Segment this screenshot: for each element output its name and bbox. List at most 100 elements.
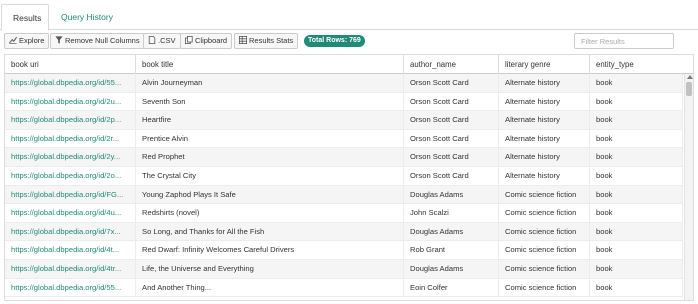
vertical-scrollbar[interactable] [684,74,693,300]
table-cell: Orson Scott Card [404,92,499,111]
tab-query-history[interactable]: Query History [50,4,124,31]
table-row[interactable]: https://global.dbpedia.org/id/2o... The C… [5,167,683,186]
table-cell: John Scalzi [404,204,499,223]
table-cell: Redshirts (novel) [136,204,404,223]
table-cell: Comic science fiction [499,185,590,204]
table-cell: Alternate history [499,111,590,130]
book-uri-link[interactable]: https://global.dbpedia.org/id/2o... [5,167,136,185]
table-row[interactable]: https://global.dbpedia.org/id/2r... Prent… [5,129,683,149]
table-cell: The Crystal City [136,167,404,185]
table-cell: Alternate history [499,129,590,148]
table-cell: Alternate history [499,167,590,185]
tab-results[interactable]: Results [1,4,49,31]
filter-icon [55,36,63,44]
table-cell: Orson Scott Card [404,111,499,130]
table-cell: Comic science fiction [499,222,590,241]
column-header-book-title[interactable]: book title [136,55,404,74]
table-row[interactable]: https://global.dbpedia.org/id/55... And A… [5,278,683,298]
column-header-entity-type[interactable]: entity_type [590,55,693,74]
book-uri-link[interactable]: https://global.dbpedia.org/id/FG... [5,185,136,204]
table-cell: book [590,278,683,297]
table-cell: book [590,74,683,92]
table-row[interactable]: https://global.dbpedia.org/id/4tr... Life… [5,260,683,279]
book-uri-link[interactable]: https://global.dbpedia.org/id/2p... [5,111,136,130]
table-cell: book [590,204,683,223]
book-uri-link[interactable]: https://global.dbpedia.org/id/55... [5,74,136,92]
table-cell: Orson Scott Card [404,167,499,185]
book-uri-link[interactable]: https://global.dbpedia.org/id/4tr... [5,260,136,278]
scrollbar-thumb[interactable] [686,82,692,96]
table-cell: book [590,111,683,130]
file-icon [148,36,156,44]
table-cell: Comic science fiction [499,241,590,260]
remove-null-columns-label: Remove Null Columns [65,36,140,45]
results-stats-label: Results Stats [249,36,294,45]
table-row[interactable]: https://global.dbpedia.org/id/4u... Redsh… [5,204,683,223]
chart-line-icon [9,36,17,44]
explore-label: Explore [19,36,45,45]
table-cell: Alternate history [499,92,590,111]
table-cell: So Long, and Thanks for All the Fish [136,222,404,241]
column-header-literary-genre[interactable]: literary genre [499,55,590,74]
table-cell: Heartfire [136,111,404,130]
table-cell: Douglas Adams [404,185,499,204]
table-cell: Orson Scott Card [404,148,499,167]
table-cell: Red Prophet [136,148,404,167]
table-cell: book [590,222,683,241]
table-cell: book [590,92,683,111]
clipboard-button[interactable]: Clipboard [180,33,233,49]
table-cell: Orson Scott Card [404,129,499,148]
table-row[interactable]: https://global.dbpedia.org/id/FG... Young… [5,185,683,205]
table-row[interactable]: https://global.dbpedia.org/id/55... Alvin… [5,74,683,93]
remove-null-columns-button[interactable]: Remove Null Columns [50,33,145,49]
table-cell: Comic science fiction [499,204,590,223]
table-row[interactable]: https://global.dbpedia.org/id/2u... Seven… [5,92,683,112]
tab-bar: Results Query History [0,0,698,31]
total-rows-badge: Total Rows: 769 [304,35,365,47]
table-header: book uri book title author_name literary… [5,55,693,74]
table-cell: And Another Thing... [136,278,404,297]
table-cell: Prentice Alvin [136,129,404,148]
results-table: book uri book title author_name literary… [4,54,694,301]
table-cell: Rob Grant [404,241,499,260]
table-row[interactable]: https://global.dbpedia.org/id/7x... So Lo… [5,222,683,242]
table-cell: Red Dwarf: Infinity Welcomes Careful Dri… [136,241,404,260]
table-cell: book [590,241,683,260]
csv-button[interactable]: .CSV [143,33,181,49]
table-cell: Life, the Universe and Everything [136,260,404,278]
table-cell: Comic science fiction [499,260,590,278]
table-row[interactable]: https://global.dbpedia.org/id/2y... Red P… [5,148,683,167]
table-cell: book [590,129,683,148]
table-row[interactable]: https://global.dbpedia.org/id/4t... Red D… [5,241,683,260]
table-row[interactable]: https://global.dbpedia.org/id/2p... Heart… [5,111,683,130]
clipboard-label: Clipboard [195,36,228,45]
table-cell: Comic science fiction [499,278,590,297]
table-cell: book [590,260,683,278]
explore-button[interactable]: Explore [4,33,50,49]
table-cell: Orson Scott Card [404,74,499,92]
book-uri-link[interactable]: https://global.dbpedia.org/id/4t... [5,241,136,260]
table-cell: book [590,148,683,167]
table-cell: Douglas Adams [404,260,499,278]
csv-label: .CSV [158,36,176,45]
results-stats-button[interactable]: Results Stats [234,33,299,49]
column-header-author-name[interactable]: author_name [404,55,499,74]
book-uri-link[interactable]: https://global.dbpedia.org/id/4u... [5,204,136,223]
column-header-book-uri[interactable]: book uri [5,55,136,74]
table-cell: Alvin Journeyman [136,74,404,92]
book-uri-link[interactable]: https://global.dbpedia.org/id/55... [5,278,136,297]
table-cell: Alternate history [499,74,590,92]
table-cell: book [590,167,683,185]
table-cell: Young Zaphod Plays It Safe [136,185,404,204]
book-uri-link[interactable]: https://global.dbpedia.org/id/2y... [5,148,136,167]
table-cell: Alternate history [499,148,590,167]
table-cell: book [590,185,683,204]
copy-icon [185,36,193,44]
book-uri-link[interactable]: https://global.dbpedia.org/id/2r... [5,129,136,148]
book-uri-link[interactable]: https://global.dbpedia.org/id/2u... [5,92,136,111]
table-cell: Seventh Son [136,92,404,111]
scroll-up-arrow-icon[interactable] [686,75,693,79]
filter-results-input[interactable] [574,33,674,49]
book-uri-link[interactable]: https://global.dbpedia.org/id/7x... [5,222,136,241]
table-icon [239,36,247,44]
